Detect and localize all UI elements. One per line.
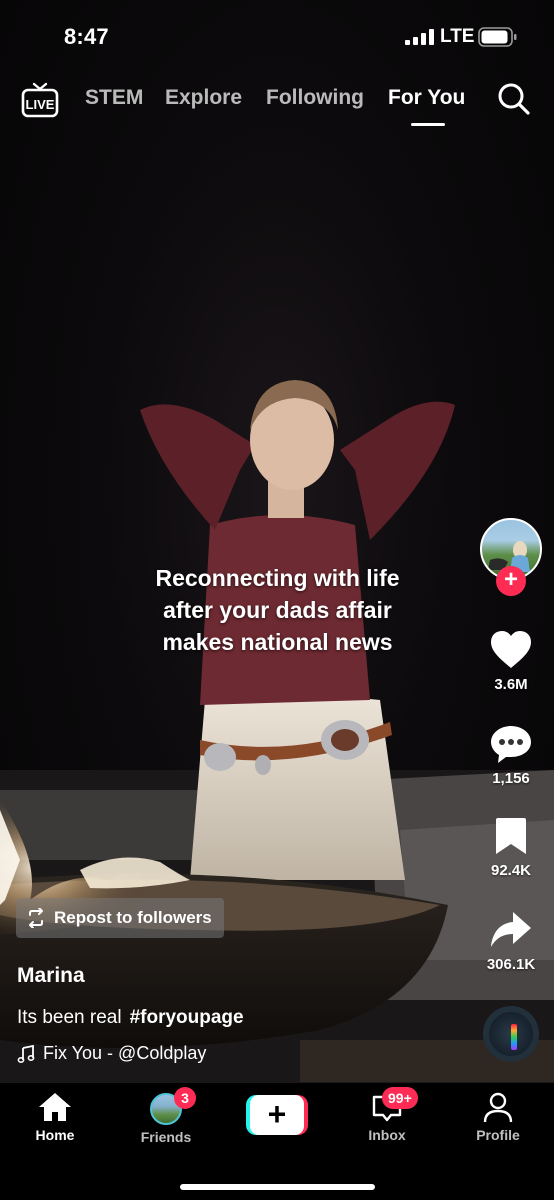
tab-profile[interactable]: Profile bbox=[453, 1091, 543, 1143]
bottom-tab-bar: Home Friends 3 + Inbox 99+ Profile bbox=[0, 1082, 554, 1200]
create-button[interactable]: + bbox=[246, 1095, 308, 1135]
follow-button[interactable]: + bbox=[496, 566, 526, 596]
music-note-icon bbox=[17, 1044, 35, 1063]
tab-explore[interactable]: Explore bbox=[165, 86, 242, 110]
tab-home[interactable]: Home bbox=[10, 1091, 100, 1143]
active-tab-indicator bbox=[411, 123, 445, 126]
hashtag-link[interactable]: #foryoupage bbox=[130, 1007, 244, 1028]
tab-inbox-label: Inbox bbox=[368, 1127, 406, 1143]
live-icon[interactable]: LIVE bbox=[20, 82, 60, 118]
status-bar: 8:47 LTE bbox=[0, 0, 554, 72]
like-count: 3.6M bbox=[494, 676, 528, 693]
sound-title: Fix You - @Coldplay bbox=[43, 1043, 207, 1063]
repost-icon bbox=[29, 908, 43, 928]
share-action[interactable]: 306.1K bbox=[472, 910, 550, 973]
battery-icon bbox=[478, 27, 517, 47]
caption-line: Reconnecting with life bbox=[155, 565, 400, 591]
status-time: 8:47 bbox=[64, 24, 109, 49]
tab-following[interactable]: Following bbox=[266, 86, 364, 110]
inbox-badge: 99+ bbox=[382, 1087, 418, 1109]
comment-count: 1,156 bbox=[492, 770, 530, 787]
sound-link[interactable]: Fix You - @Coldplay bbox=[17, 1043, 206, 1064]
search-icon[interactable] bbox=[497, 82, 531, 116]
tab-friends[interactable]: Friends bbox=[121, 1091, 211, 1145]
plus-icon: + bbox=[250, 1095, 304, 1135]
tab-home-label: Home bbox=[35, 1127, 75, 1143]
cellular-signal-icon bbox=[405, 29, 434, 45]
tab-friends-label: Friends bbox=[140, 1129, 192, 1145]
bookmark-icon bbox=[496, 818, 526, 854]
caption-line: makes national news bbox=[162, 629, 393, 655]
network-type: LTE bbox=[440, 26, 475, 47]
svg-text:LIVE: LIVE bbox=[26, 97, 55, 112]
author-name[interactable]: Marina bbox=[17, 964, 85, 988]
tab-for-you[interactable]: For You bbox=[388, 86, 465, 110]
heart-icon bbox=[491, 631, 531, 668]
friends-badge: 3 bbox=[174, 1087, 196, 1109]
caption-line: after your dads affair bbox=[163, 597, 392, 623]
save-action[interactable]: 92.4K bbox=[472, 816, 550, 879]
post-description: Its been real #foryoupage bbox=[17, 1007, 244, 1029]
comment-action[interactable]: 1,156 bbox=[472, 724, 550, 787]
home-indicator bbox=[180, 1184, 375, 1190]
tab-profile-label: Profile bbox=[476, 1127, 520, 1143]
top-nav: LIVE STEM Explore Following For You bbox=[0, 78, 554, 128]
repost-button[interactable]: Repost to followers bbox=[16, 898, 224, 938]
home-icon bbox=[39, 1093, 71, 1121]
music-disc[interactable] bbox=[483, 1006, 539, 1062]
tab-stem[interactable]: STEM bbox=[85, 86, 143, 110]
share-icon bbox=[491, 912, 531, 947]
album-art bbox=[511, 1024, 517, 1050]
repost-label: Repost to followers bbox=[54, 908, 212, 927]
like-action[interactable]: 3.6M bbox=[472, 630, 550, 693]
save-count: 92.4K bbox=[490, 862, 532, 879]
video-caption-overlay: Reconnecting with life after your dads a… bbox=[110, 562, 445, 658]
share-count: 306.1K bbox=[486, 956, 536, 973]
comment-icon bbox=[491, 726, 531, 763]
profile-icon bbox=[483, 1092, 513, 1123]
description-text: Its been real bbox=[17, 1007, 122, 1028]
